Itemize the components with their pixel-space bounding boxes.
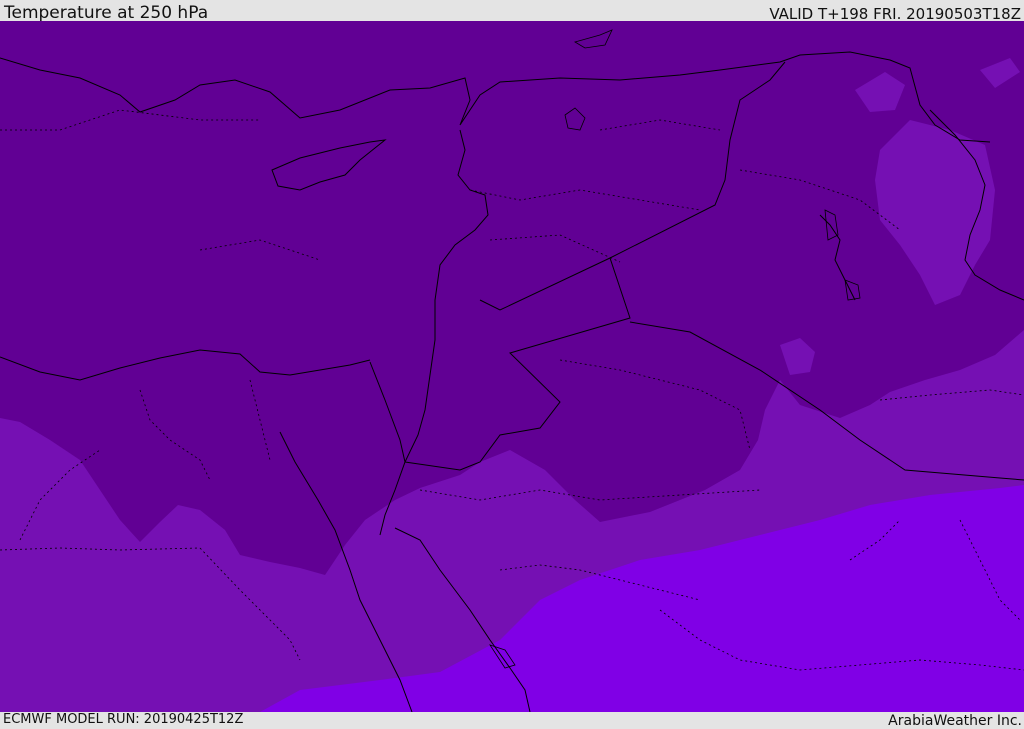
credit-label: ArabiaWeather Inc. — [888, 713, 1022, 729]
map-frame: Temperature at 250 hPa VALID T+198 FRI. … — [0, 0, 1024, 729]
model-run: ECMWF MODEL RUN: 20190425T12Z — [3, 712, 244, 727]
footer-bar: ECMWF MODEL RUN: 20190425T12Z ArabiaWeat… — [0, 712, 1024, 729]
map-title: Temperature at 250 hPa — [4, 3, 209, 23]
map-area — [0, 21, 1024, 712]
header-bar: Temperature at 250 hPa VALID T+198 FRI. … — [0, 0, 1024, 23]
map-svg — [0, 21, 1024, 712]
